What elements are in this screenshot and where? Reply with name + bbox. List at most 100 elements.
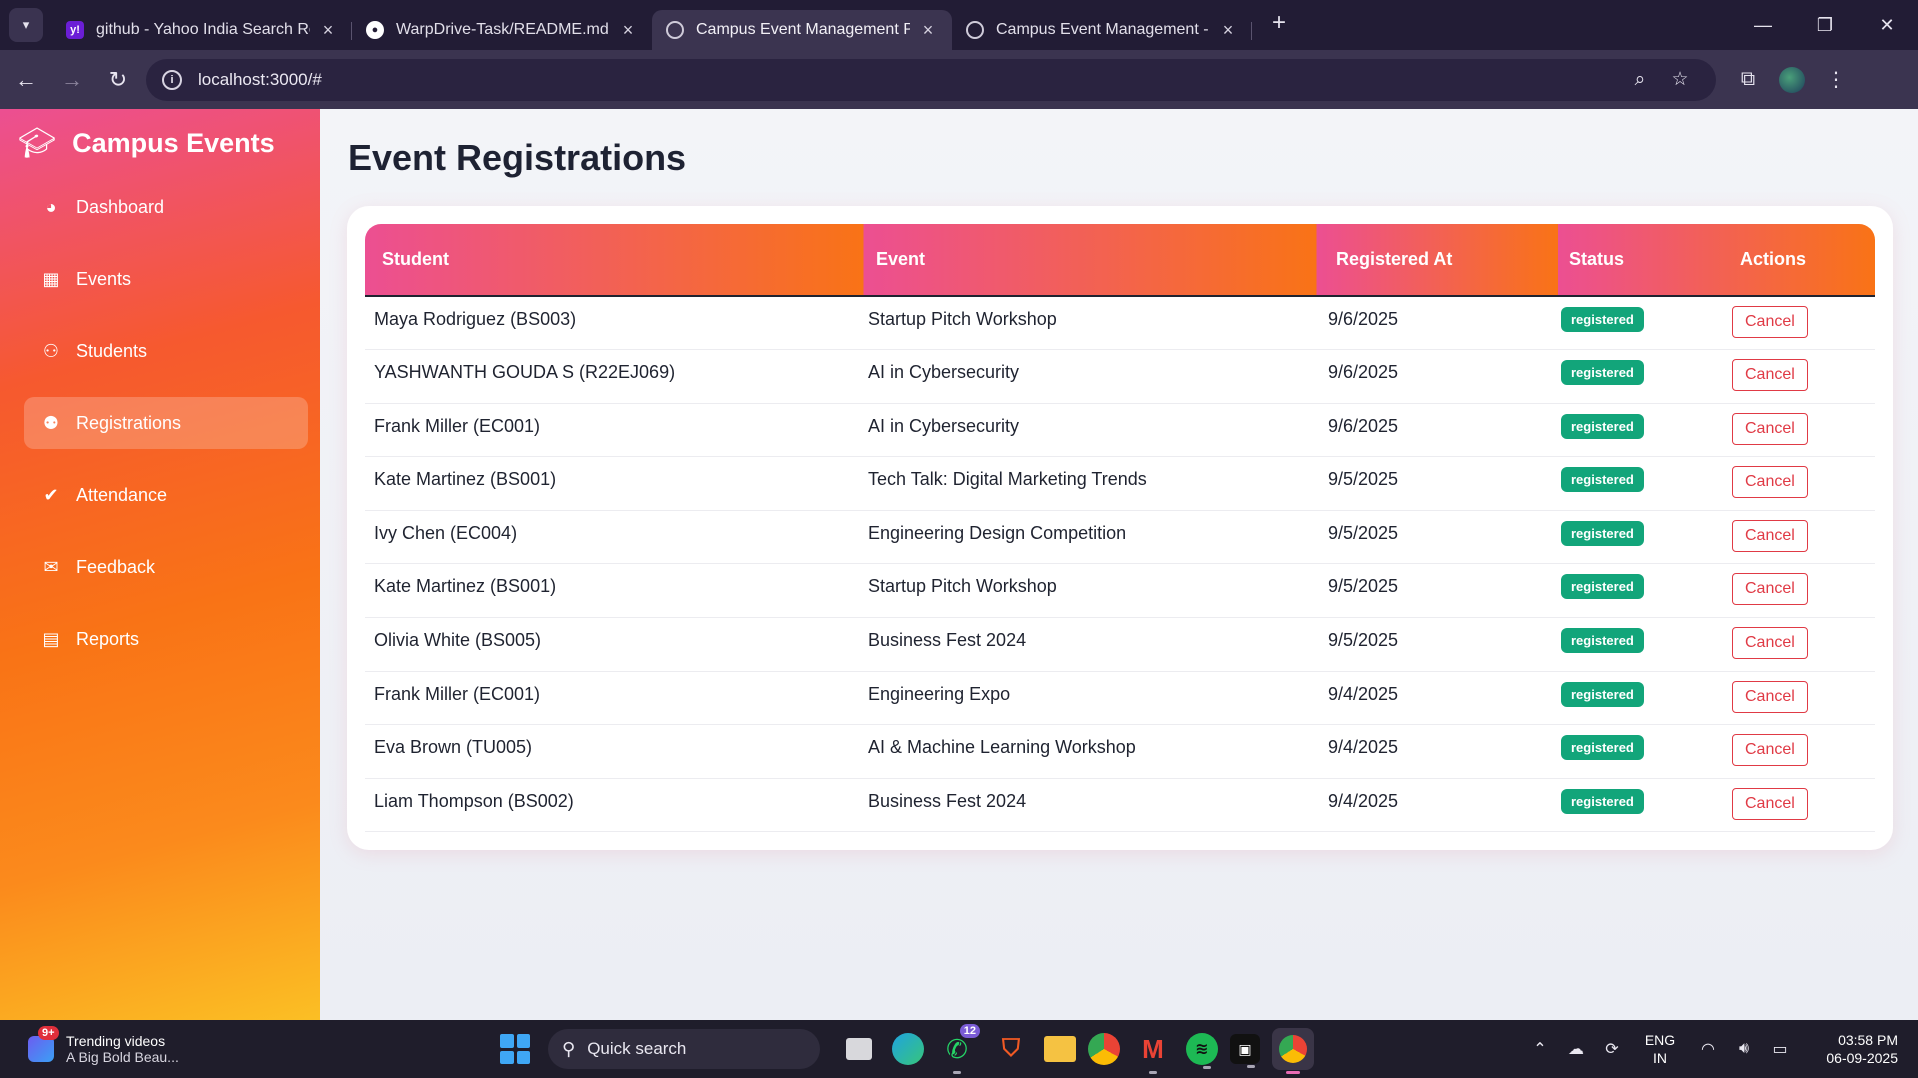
sidebar-item-students[interactable]: ⚇ Students <box>24 325 308 377</box>
table-row: Liam Thompson (BS002) Business Fest 2024 9… <box>365 778 1875 832</box>
table-row: Maya Rodriguez (BS003) Startup Pitch Work… <box>365 296 1875 350</box>
status-cell: registered <box>1552 564 1723 618</box>
menu-kebab-icon[interactable]: ⋮ <box>1814 60 1858 100</box>
status-cell: registered <box>1552 296 1723 350</box>
forward-icon[interactable]: → <box>52 60 92 100</box>
cancel-button[interactable]: Cancel <box>1732 359 1808 392</box>
language-code: ENG <box>1644 1032 1676 1048</box>
clock[interactable]: 03:58 PM 06-09-2025 <box>1798 1031 1898 1067</box>
address-bar[interactable]: i localhost:3000/# ⌕ ☆ <box>146 58 1716 101</box>
profile-avatar[interactable] <box>1770 60 1814 100</box>
cancel-button[interactable]: Cancel <box>1732 573 1808 606</box>
column-header-registered-at: Registered At <box>1319 224 1552 297</box>
clock-time: 03:58 PM <box>1838 1032 1898 1048</box>
status-badge: registered <box>1561 574 1644 600</box>
actions-cell: Cancel <box>1723 618 1875 672</box>
restore-icon[interactable]: ❐ <box>1794 0 1856 50</box>
student-cell: YASHWANTH GOUDA S (R22EJ069) <box>374 362 676 383</box>
site-info-icon[interactable]: i <box>162 69 182 90</box>
spotify-icon[interactable]: ≋ <box>1186 1033 1218 1069</box>
battery-icon[interactable]: ▭ <box>1762 1039 1798 1059</box>
file-explorer-icon[interactable] <box>1044 1036 1076 1062</box>
tab-github[interactable]: ● WarpDrive-Task/README.md at × <box>352 10 652 50</box>
status-cell: registered <box>1552 725 1723 779</box>
comments-icon: ✉ <box>43 556 59 577</box>
sidebar-item-reports[interactable]: ▤ Reports <box>24 613 308 665</box>
graduation-cap-icon: 🎓︎ <box>18 126 57 160</box>
table-row: Kate Martinez (BS001) Tech Talk: Digital … <box>365 457 1875 511</box>
bookmark-star-icon[interactable]: ☆ <box>1660 68 1700 91</box>
tab-campus-platform[interactable]: Campus Event Management Pla × <box>652 10 952 50</box>
cancel-button[interactable]: Cancel <box>1732 734 1808 767</box>
chrome-active-icon[interactable] <box>1272 1028 1314 1074</box>
cancel-button[interactable]: Cancel <box>1732 412 1808 445</box>
whatsapp-icon[interactable]: ✆ 12 <box>936 1024 980 1074</box>
volume-icon[interactable]: 🔊︎ <box>1726 1040 1762 1058</box>
taskbar-search[interactable]: ⚲ Quick search <box>548 1029 820 1069</box>
event-cell: Engineering Expo <box>868 683 1011 704</box>
registered-at-cell: 9/6/2025 <box>1328 362 1399 383</box>
close-icon[interactable]: × <box>1218 20 1238 41</box>
onedrive-icon[interactable]: ☁ <box>1558 1039 1594 1059</box>
sidebar-item-label: Events <box>76 268 132 289</box>
chrome-icon[interactable] <box>1088 1033 1120 1065</box>
tab-campus-s[interactable]: Campus Event Management - S × <box>952 10 1252 50</box>
close-icon[interactable]: × <box>318 20 338 41</box>
tab-yahoo[interactable]: y! github - Yahoo India Search Res × <box>52 10 352 50</box>
minimize-icon[interactable]: — <box>1732 0 1794 50</box>
os-taskbar: 9+ Trending videos A Big Bold Beau... ⚲ … <box>0 1020 1918 1078</box>
extensions-icon[interactable]: ⧉ <box>1726 60 1770 100</box>
gmail-icon[interactable]: M <box>1132 1028 1174 1074</box>
tab-title: github - Yahoo India Search Res <box>96 21 310 38</box>
cancel-button[interactable]: Cancel <box>1732 627 1808 660</box>
registered-at-cell: 9/5/2025 <box>1328 522 1399 543</box>
sidebar-item-label: Feedback <box>76 556 156 577</box>
close-window-icon[interactable]: ✕ <box>1856 0 1918 50</box>
brand-name: Campus Events <box>72 127 275 158</box>
registered-at-cell: 9/4/2025 <box>1328 737 1399 758</box>
sidebar-item-dashboard[interactable]: ◕ Dashboard <box>24 181 308 233</box>
close-icon[interactable]: × <box>918 20 938 41</box>
cancel-button[interactable]: Cancel <box>1732 787 1808 820</box>
new-tab-button[interactable]: + <box>1262 6 1296 40</box>
cancel-button[interactable]: Cancel <box>1732 519 1808 552</box>
language-indicator[interactable]: ENG IN <box>1630 1031 1690 1067</box>
table-row: Olivia White (BS005) Business Fest 2024 9/… <box>365 618 1875 672</box>
status-cell: registered <box>1552 510 1723 564</box>
palette-icon: ◕ <box>45 196 57 217</box>
registered-at-cell: 9/4/2025 <box>1328 683 1399 704</box>
tab-search-icon[interactable]: ▾ <box>9 8 43 42</box>
edge-icon[interactable] <box>892 1033 924 1065</box>
url-text[interactable]: localhost:3000/# <box>198 70 1620 90</box>
registered-at-cell: 9/6/2025 <box>1328 415 1399 436</box>
column-header-status: Status <box>1552 224 1723 297</box>
back-icon[interactable]: ← <box>6 60 46 100</box>
cancel-button[interactable]: Cancel <box>1732 466 1808 499</box>
status-cell: registered <box>1552 350 1723 404</box>
brand[interactable]: 🎓︎ Campus Events <box>0 109 320 177</box>
brave-icon[interactable]: ⛉ <box>990 1028 1032 1070</box>
sidebar-item-attendance[interactable]: ✔ Attendance <box>24 469 308 521</box>
sidebar-item-events[interactable]: ▦ Events <box>24 253 308 305</box>
app-icon[interactable]: ▣ <box>1230 1034 1260 1068</box>
actions-cell: Cancel <box>1723 403 1875 457</box>
check-circle-icon: ✔ <box>43 484 59 505</box>
sidebar-item-registrations[interactable]: ⚉ Registrations <box>24 397 308 449</box>
sync-icon[interactable]: ⟳ <box>1594 1039 1630 1059</box>
bar-chart-icon: ▤ <box>42 628 60 649</box>
widgets-button[interactable]: 9+ Trending videos A Big Bold Beau... <box>28 1026 228 1065</box>
windows-start-icon[interactable] <box>500 1034 530 1064</box>
reload-icon[interactable]: ↻ <box>98 60 138 100</box>
status-badge: registered <box>1561 467 1644 493</box>
sidebar-item-feedback[interactable]: ✉ Feedback <box>24 541 308 593</box>
close-icon[interactable]: × <box>618 20 638 41</box>
chevron-up-icon[interactable]: ⌃ <box>1522 1039 1558 1059</box>
cancel-button[interactable]: Cancel <box>1732 680 1808 713</box>
wifi-icon[interactable]: ◠ <box>1690 1039 1726 1059</box>
status-badge: registered <box>1561 735 1644 761</box>
widget-title: Trending videos <box>66 1033 166 1049</box>
cancel-button[interactable]: Cancel <box>1732 306 1808 338</box>
column-header-student: Student <box>365 224 859 297</box>
zoom-icon[interactable]: ⌕ <box>1620 69 1660 91</box>
task-view-icon[interactable] <box>846 1038 872 1060</box>
